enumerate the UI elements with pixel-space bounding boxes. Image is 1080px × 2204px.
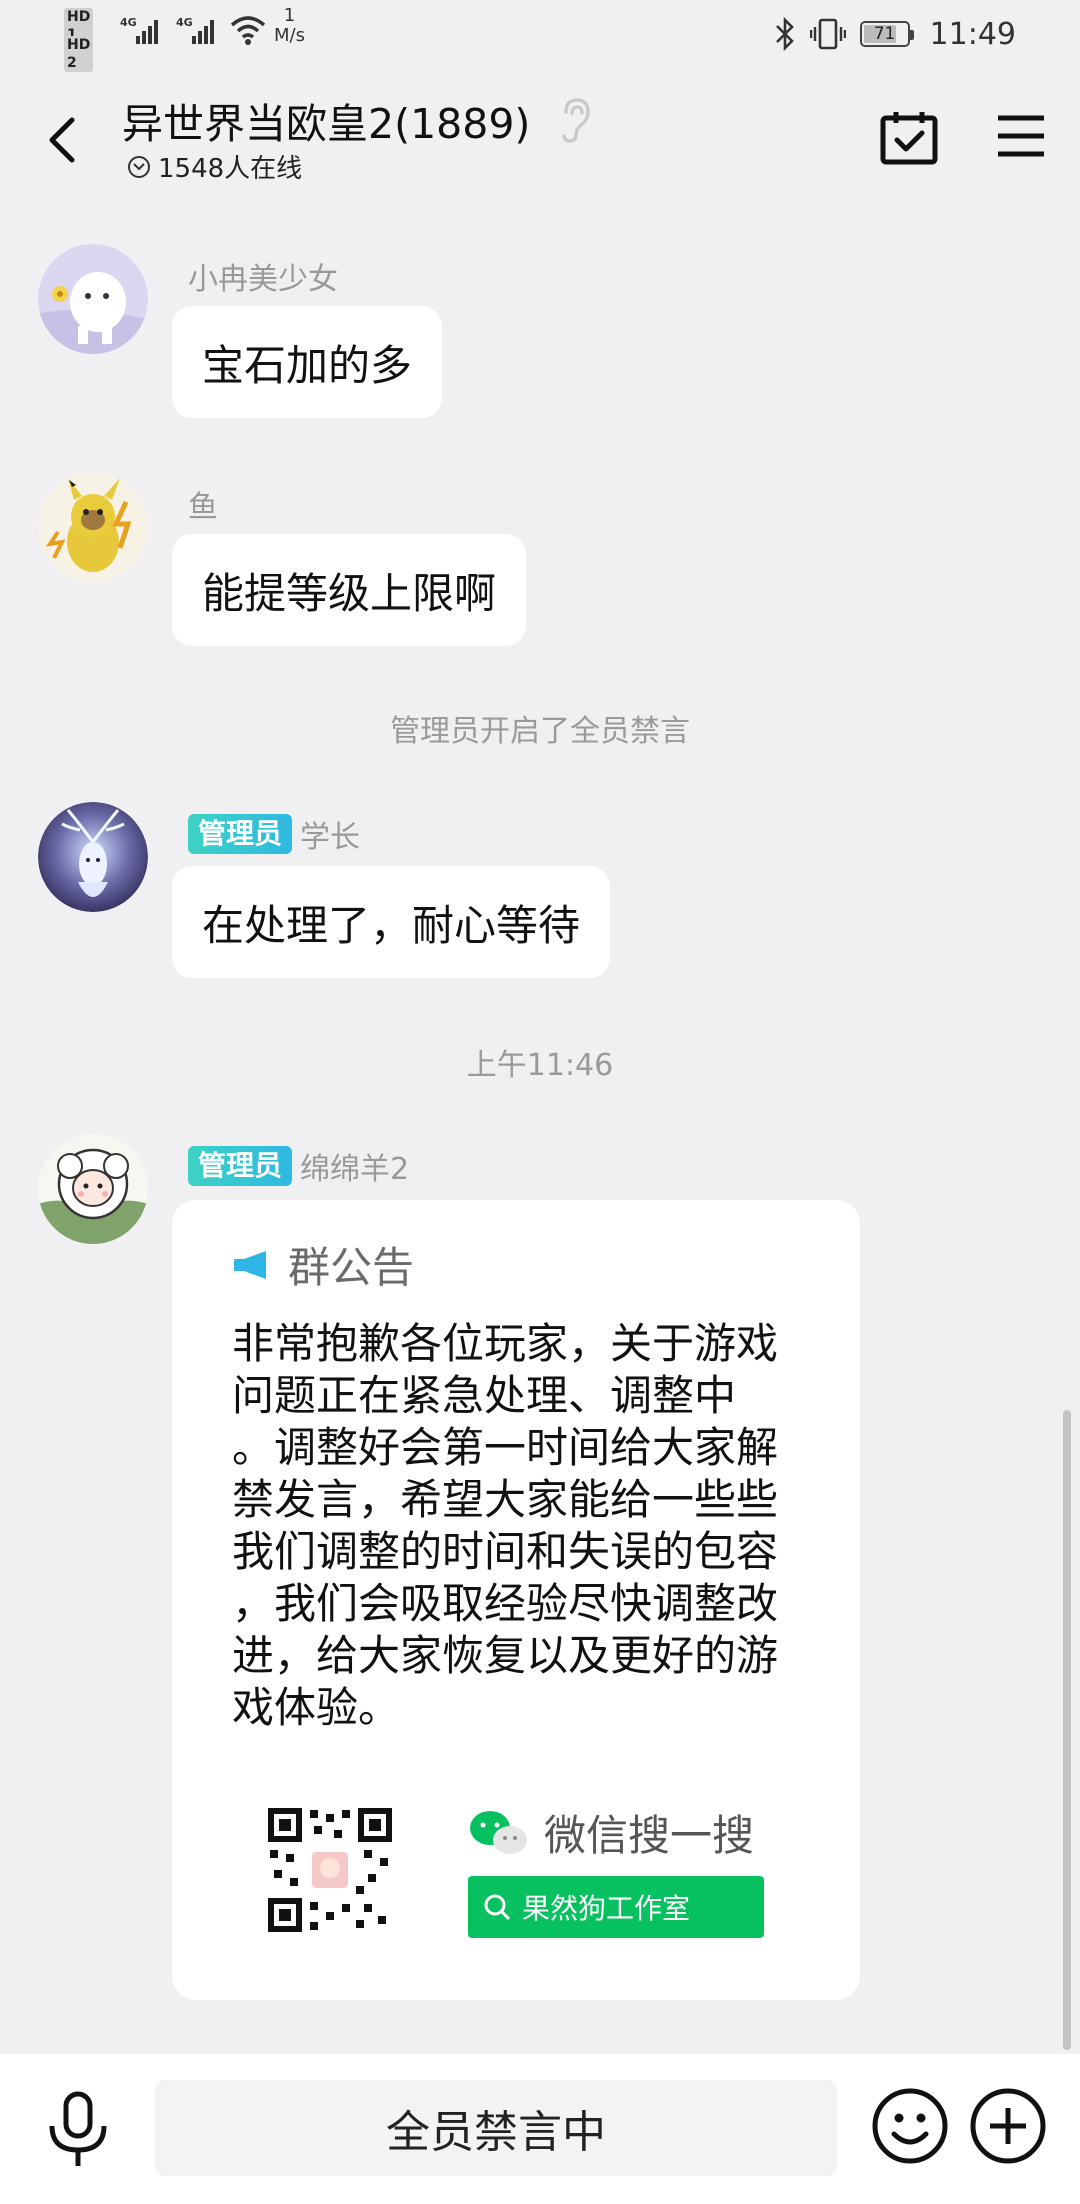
- announcement-card[interactable]: 群公告 非常抱歉各位玩家，关于游戏 问题正在紧急处理、调整中 。调整好会第一时间…: [172, 1200, 860, 2000]
- input-bar: 全员禁言中: [0, 2054, 1080, 2204]
- scrollbar[interactable]: [1063, 1410, 1071, 2050]
- signal-1-icon: [136, 18, 158, 44]
- system-notice: 管理员开启了全员禁言: [390, 714, 690, 749]
- avatar[interactable]: [38, 472, 148, 582]
- sender-name: 鱼: [188, 490, 218, 525]
- online-count-text: 1548人在线: [158, 154, 303, 184]
- vibrate-icon: [809, 18, 846, 50]
- battery-icon: 71: [859, 21, 914, 47]
- bluetooth-icon: [775, 17, 794, 51]
- battery-level: 71: [873, 24, 896, 44]
- wechat-search-box[interactable]: 果然狗工作室: [468, 1876, 764, 1938]
- sender-name: 管理员 学长: [188, 812, 360, 856]
- ear-icon[interactable]: [558, 96, 592, 144]
- message-bubble[interactable]: 能提等级上限啊: [172, 534, 527, 646]
- wechat-icon: [470, 1810, 527, 1854]
- wechat-qr-image[interactable]: 微信搜一搜 果然狗工作室: [232, 1770, 792, 1970]
- emoji-icon[interactable]: [870, 2086, 950, 2166]
- menu-icon[interactable]: [996, 114, 1046, 158]
- announcement-text: 非常抱歉各位玩家，关于游戏 问题正在紧急处理、调整中 。调整好会第一时间给大家解…: [232, 1319, 779, 1732]
- sender-name: 管理员 绵绵羊2: [188, 1144, 409, 1188]
- admin-badge: 管理员: [188, 814, 293, 854]
- timestamp: 上午11:46: [466, 1048, 614, 1083]
- wifi-icon: [230, 16, 266, 45]
- network-type-1: 4G: [120, 16, 137, 29]
- wechat-search-label: 微信搜一搜: [468, 1802, 754, 1863]
- network-type-2: 4G: [176, 16, 193, 29]
- plus-icon[interactable]: [968, 2086, 1048, 2166]
- microphone-icon[interactable]: [46, 2090, 110, 2170]
- avatar[interactable]: [38, 1134, 148, 1244]
- calendar-check-icon[interactable]: [880, 110, 938, 166]
- announcement-header: 群公告: [232, 1234, 414, 1295]
- back-arrow-icon[interactable]: [38, 112, 88, 168]
- net-speed: 1 M/s: [274, 5, 305, 46]
- announcement-label: 群公告: [288, 1243, 415, 1292]
- chevron-down-icon: [128, 155, 150, 178]
- muted-input-field[interactable]: 全员禁言中: [155, 2080, 837, 2176]
- search-icon: [484, 1894, 511, 1921]
- sim2-label: HD 2: [64, 36, 94, 72]
- message-bubble[interactable]: 在处理了，耐心等待: [172, 866, 611, 978]
- message-bubble[interactable]: 宝石加的多: [172, 306, 443, 418]
- admin-badge: 管理员: [188, 1146, 293, 1186]
- signal-2-icon: [192, 18, 214, 44]
- avatar[interactable]: [38, 244, 148, 354]
- online-count[interactable]: 1548人在线: [128, 148, 302, 185]
- group-title[interactable]: 异世界当欧皇2(1889): [122, 90, 530, 150]
- chat-header: 异世界当欧皇2(1889) 1548人在线: [0, 70, 1080, 200]
- avatar[interactable]: [38, 802, 148, 912]
- megaphone-icon: [234, 1250, 266, 1279]
- status-time: 11:49: [929, 16, 1016, 52]
- sender-name: 小冉美少女: [188, 262, 338, 297]
- qr-code-icon: [268, 1808, 392, 1932]
- status-bar: HD 1 HD 2 4G 4G 1 M/s 71 11:49: [0, 0, 1080, 72]
